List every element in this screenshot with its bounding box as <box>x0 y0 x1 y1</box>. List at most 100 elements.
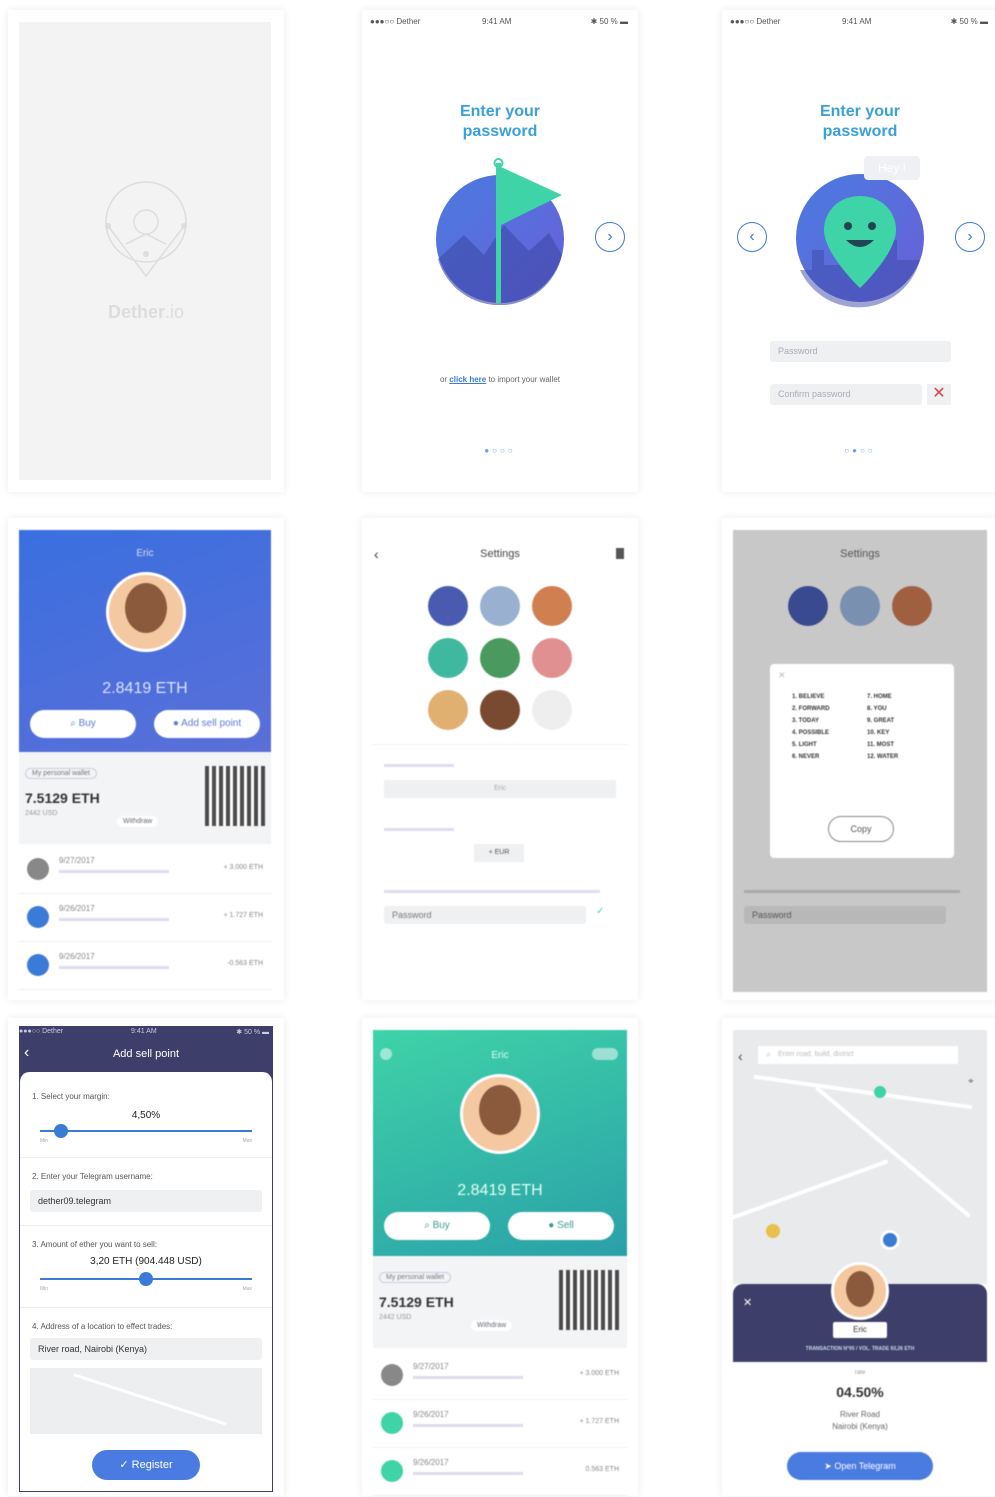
buy-button[interactable]: ⌕ Buy <box>30 710 136 738</box>
username-field[interactable]: Eric <box>384 780 616 798</box>
telegram-input[interactable]: dether09.telegram <box>30 1190 262 1212</box>
password-input[interactable]: Password <box>744 906 946 924</box>
status-battery: ✱ 50 % ▬ <box>950 17 988 26</box>
table-row[interactable]: 9/26/2017 + 1.727 ETH <box>19 894 271 942</box>
tx-date: 9/26/2017 <box>59 952 95 961</box>
import-suffix: to import your wallet <box>486 375 561 384</box>
tx-in-icon <box>381 1460 403 1482</box>
wallet-seller-screen: Eric 2.8419 ETH ⌕ Buy ● Sell My personal… <box>362 1018 638 1496</box>
status-carrier: ●●●○○ Dether <box>19 1028 64 1035</box>
brand-light: .io <box>165 302 185 322</box>
currency-selector[interactable]: + EUR <box>474 844 524 862</box>
mnemonic-word: 3. TODAY <box>792 718 820 724</box>
mnemonic-grid: 1. BELIEVE 7. HOME 2. FORWARD 8. YOU 3. … <box>792 694 942 760</box>
amount-slider-knob[interactable] <box>139 1272 153 1286</box>
avatar-option[interactable] <box>480 638 520 678</box>
address-input[interactable]: River road, Nairobi (Kenya) <box>30 1338 262 1360</box>
register-button[interactable]: ✓ Register <box>92 1450 200 1480</box>
back-icon[interactable]: ‹ <box>738 1048 743 1064</box>
next-arrow-button[interactable]: › <box>595 222 625 252</box>
qr-code-icon[interactable] <box>559 1270 619 1330</box>
sell-button[interactable]: ● Sell <box>508 1212 614 1240</box>
telegram-section: 2. Enter your Telegram username: dether0… <box>20 1158 272 1226</box>
user-avatar[interactable] <box>106 572 186 652</box>
margin-slider-knob[interactable] <box>54 1124 69 1138</box>
buy-label: Buy <box>432 1220 450 1231</box>
avatar-option[interactable] <box>428 690 468 730</box>
eth-balance: 2.8419 ETH <box>457 1182 543 1199</box>
confirm-password-input[interactable]: Confirm password <box>770 384 922 405</box>
rate-value: 04.50% <box>836 1384 884 1400</box>
next-arrow-button[interactable]: › <box>955 222 985 252</box>
address-line-2: Nairobi (Kenya) <box>832 1422 888 1431</box>
tx-out-icon <box>27 858 49 880</box>
qr-code-icon[interactable] <box>205 766 265 826</box>
status-bar: ●●●○○ Dether 9:41 AM ✱ 50 % ▬ <box>362 10 638 30</box>
buy-button[interactable]: ⌕ Buy <box>384 1212 490 1240</box>
avatar-option <box>892 586 932 626</box>
wallet-usd: 2442 USD <box>25 810 58 817</box>
tx-detail <box>413 1376 523 1379</box>
prev-arrow-button[interactable]: ‹ <box>737 222 767 252</box>
splash-screen: Dether.io <box>8 10 284 492</box>
table-row[interactable]: 9/26/2017 0.563 ETH <box>373 1448 627 1496</box>
add-sell-label: Add sell point <box>181 718 242 729</box>
avatar-option[interactable] <box>532 586 572 626</box>
add-sell-point-button[interactable]: ● Add sell point <box>154 710 260 738</box>
onboarding-screen-1: ●●●○○ Dether 9:41 AM ✱ 50 % ▬ Enter your… <box>362 10 638 492</box>
page-dots: ○●○○ <box>844 446 876 455</box>
avatar-option[interactable] <box>428 638 468 678</box>
step2-label: 2. Enter your Telegram username: <box>32 1172 153 1181</box>
map-area[interactable] <box>722 1030 987 1298</box>
tx-detail <box>413 1424 523 1427</box>
wallet-badge: My personal wallet <box>379 1272 451 1283</box>
user-name: Eric <box>136 548 154 559</box>
tx-amount: + 3.000 ETH <box>579 1370 620 1377</box>
avatar-option-empty[interactable] <box>532 690 572 730</box>
transaction-list: 9/27/2017 + 3.000 ETH 9/26/2017 + 1.727 … <box>373 1352 627 1496</box>
close-icon[interactable]: ✕ <box>778 670 786 681</box>
location-icon[interactable]: ⌖ <box>968 1076 974 1087</box>
withdraw-button[interactable]: Withdraw <box>471 1320 513 1331</box>
status-carrier: ●●●○○ Dether <box>730 17 781 26</box>
mnemonic-word: 5. LIGHT <box>792 742 817 748</box>
table-row[interactable]: 9/26/2017 + 1.727 ETH <box>373 1400 627 1448</box>
table-row[interactable]: 9/27/2017 + 3.000 ETH <box>19 846 271 894</box>
avatar-option[interactable] <box>480 690 520 730</box>
password-input[interactable]: Password <box>384 906 586 924</box>
wallet-summary: My personal wallet 7.5129 ETH 2442 USD W… <box>373 1256 627 1348</box>
register-label: Register <box>131 1459 173 1471</box>
error-x-icon[interactable]: ✕ <box>927 384 951 405</box>
tx-amount: + 3.000 ETH <box>223 864 264 871</box>
map-pin-icon[interactable] <box>874 1086 886 1098</box>
avatar-option[interactable] <box>428 586 468 626</box>
margin-slider[interactable] <box>40 1130 252 1132</box>
rate-label: rate <box>854 1370 866 1376</box>
tx-detail <box>59 966 169 969</box>
smiley-pin-illustration-icon <box>796 174 924 308</box>
import-prefix: or <box>439 375 450 384</box>
mini-map[interactable] <box>30 1368 262 1434</box>
user-avatar[interactable] <box>460 1074 540 1154</box>
copy-button[interactable]: Copy <box>828 816 894 842</box>
avatar-face <box>479 1085 521 1135</box>
table-row[interactable]: 9/26/2017 -0.563 ETH <box>19 942 271 990</box>
import-wallet-link[interactable]: click here <box>449 375 486 384</box>
mnemonic-word: 1. BELIEVE <box>792 694 825 700</box>
table-row[interactable]: 9/27/2017 + 3.000 ETH <box>373 1352 627 1400</box>
amount-value: 3,20 ETH (904.448 USD) <box>90 1256 202 1267</box>
password-input[interactable]: Password <box>770 341 951 362</box>
title-line-1: Enter your <box>819 103 900 120</box>
mnemonic-word: 10. KEY <box>867 730 890 736</box>
close-icon[interactable]: ✕ <box>743 1296 752 1309</box>
search-input[interactable]: Enter road, build, district <box>758 1046 958 1064</box>
withdraw-button[interactable]: Withdraw <box>117 816 159 827</box>
open-telegram-button[interactable]: ➤ Open Telegram <box>787 1452 933 1480</box>
map-pin-icon[interactable] <box>766 1224 780 1238</box>
avatar-option[interactable] <box>532 638 572 678</box>
tx-detail <box>59 918 169 921</box>
tx-in-icon <box>381 1412 403 1434</box>
trash-icon[interactable] <box>616 548 624 559</box>
map-pin-icon[interactable] <box>880 1230 900 1250</box>
avatar-option[interactable] <box>480 586 520 626</box>
